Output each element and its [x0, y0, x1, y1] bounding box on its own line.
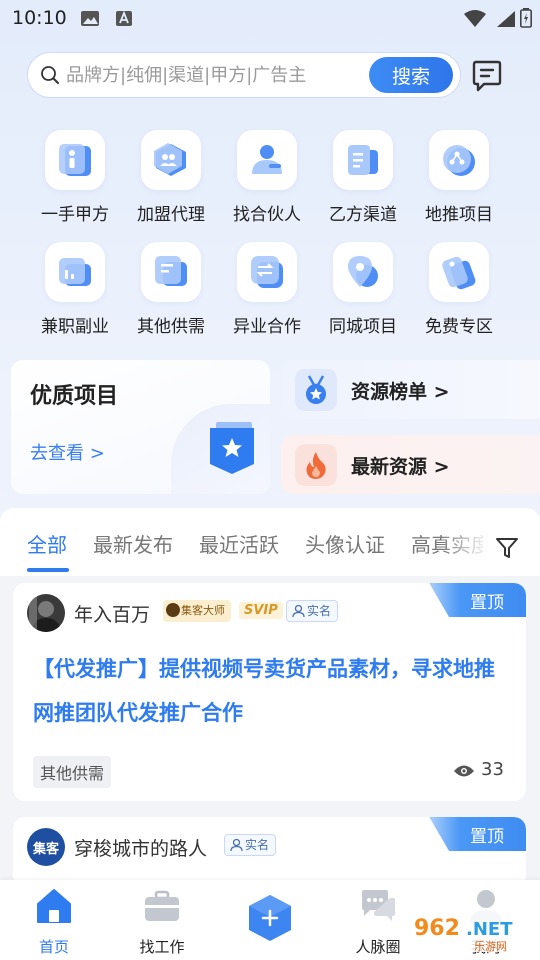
tab-avatar-verified[interactable]: 头像认证 [305, 529, 385, 558]
quality-projects-link[interactable]: 去查看 > [30, 439, 105, 465]
search-icon [41, 66, 59, 84]
category-zhao-hehuoren[interactable]: 找合伙人 [217, 130, 317, 225]
category-label: 乙方渠道 [329, 205, 397, 225]
partner-icon [237, 130, 297, 190]
resource-rank-card[interactable]: 资源榜单 > [281, 360, 540, 419]
avatar-text: 集客 [32, 841, 59, 857]
post-tag[interactable]: 其他供需 [33, 756, 112, 788]
realname-label: 实名 [307, 604, 332, 618]
person-icon [292, 604, 305, 618]
author-name[interactable]: 年入百万 [74, 600, 150, 627]
chat-icon [141, 242, 201, 302]
network-icon [429, 130, 489, 190]
svg-text:.NET: .NET [466, 919, 513, 940]
category-tongcheng-xiangmu[interactable]: 同城项目 [313, 242, 413, 337]
search-button[interactable]: 搜索 [369, 57, 453, 93]
svg-text:乐游网: 乐游网 [474, 940, 507, 953]
home-icon [37, 889, 71, 923]
category-yifang-qudao[interactable]: 乙方渠道 [313, 130, 413, 225]
latest-resource-card[interactable]: 最新资源 > [281, 435, 540, 494]
realname-badge: 实名 [224, 834, 277, 856]
eye-icon [454, 765, 474, 777]
font-notification-icon [116, 10, 132, 26]
active-tab-indicator [27, 568, 69, 572]
svg-text:962: 962 [414, 916, 460, 941]
category-label: 兼职副业 [41, 317, 109, 337]
crown-icon [166, 603, 180, 617]
category-label: 地推项目 [425, 205, 493, 225]
pinned-badge: 置顶 [429, 817, 526, 851]
message-icon[interactable] [470, 59, 504, 93]
category-jianzhi-fuye[interactable]: 兼职副业 [25, 242, 125, 337]
nav-home[interactable]: 首页 [9, 880, 99, 960]
nav-home-label: 首页 [38, 938, 69, 956]
search-bar[interactable]: 搜索 [27, 52, 461, 98]
signal-icon [497, 11, 515, 27]
post-title[interactable]: 【代发推广】提供视频号卖货产品素材，寻求地推网推团队代发推广合作 [33, 647, 507, 735]
briefcase-icon [145, 890, 179, 921]
site-watermark-logo: 962 .NET 乐游网 [406, 910, 534, 953]
category-yiye-hezuo[interactable]: 异业合作 [217, 242, 317, 337]
person-tie-icon [45, 130, 105, 190]
document-icon [333, 130, 393, 190]
quality-projects-title: 优质项目 [30, 384, 119, 409]
location-icon [333, 242, 393, 302]
view-count: 33 [481, 759, 504, 780]
category-label: 其他供需 [137, 317, 205, 337]
filter-icon[interactable] [495, 536, 519, 560]
exchange-icon [237, 242, 297, 302]
realname-badge: 实名 [286, 600, 339, 622]
chart-icon [45, 242, 105, 302]
search-input[interactable] [66, 62, 356, 88]
group-icon [141, 130, 201, 190]
tabs-fade [440, 508, 490, 576]
master-badge: 集客大师 [163, 600, 231, 622]
realname-label: 实名 [245, 838, 270, 852]
author-name[interactable]: 穿梭城市的路人 [74, 834, 207, 861]
nav-jobs-label: 找工作 [139, 938, 185, 956]
category-label: 同城项目 [329, 317, 397, 337]
wifi-icon [464, 10, 486, 27]
person-icon [230, 838, 243, 852]
category-mianfei-zhuanqu[interactable]: 免费专区 [409, 242, 509, 337]
master-badge-label: 集客大师 [181, 604, 225, 617]
nav-jobs[interactable]: 找工作 [117, 880, 207, 960]
tag-icon [429, 242, 489, 302]
pinned-badge: 置顶 [429, 583, 526, 617]
tab-latest[interactable]: 最新发布 [93, 529, 173, 558]
battery-icon [520, 8, 532, 28]
svip-badge: SVIP [239, 602, 283, 619]
category-label: 一手甲方 [41, 205, 109, 225]
status-time: 10:10 [12, 7, 67, 29]
category-label: 异业合作 [233, 317, 301, 337]
category-label: 免费专区 [425, 317, 493, 337]
publish-plus-icon [249, 895, 291, 941]
quality-projects-card[interactable]: 优质项目 去查看 > [11, 360, 270, 494]
tab-recently-active[interactable]: 最近活跃 [199, 529, 279, 558]
avatar[interactable]: 集客 [27, 828, 65, 866]
star-badge-icon [210, 422, 254, 474]
category-ditui-xiangmu[interactable]: 地推项目 [409, 130, 509, 225]
tab-all[interactable]: 全部 [27, 529, 67, 558]
medal-icon [295, 369, 337, 411]
category-yishou-jiafang[interactable]: 一手甲方 [25, 130, 125, 225]
category-label: 加盟代理 [137, 205, 205, 225]
chat-bubbles-icon [362, 890, 395, 921]
category-jiameng-daili[interactable]: 加盟代理 [121, 130, 221, 225]
category-qita-gongxu[interactable]: 其他供需 [121, 242, 221, 337]
status-bar: 10:10 [0, 0, 540, 38]
post-card[interactable]: 置顶 年入百万 集客大师 SVIP 实名 【代发推广】提供视频号卖货产品素材，寻… [13, 583, 526, 801]
avatar[interactable] [27, 594, 65, 632]
resource-rank-label: 资源榜单 > [351, 381, 450, 403]
post-card[interactable]: 置顶 集客 穿梭城市的路人 实名 [13, 817, 526, 887]
image-notification-icon [81, 11, 99, 26]
category-label: 找合伙人 [233, 205, 301, 225]
fire-icon [295, 444, 337, 486]
nav-publish[interactable] [225, 880, 315, 960]
latest-resource-label: 最新资源 > [351, 456, 450, 478]
feed-tabs: 全部 最新发布 最近活跃 头像认证 高真实度 [0, 508, 540, 576]
